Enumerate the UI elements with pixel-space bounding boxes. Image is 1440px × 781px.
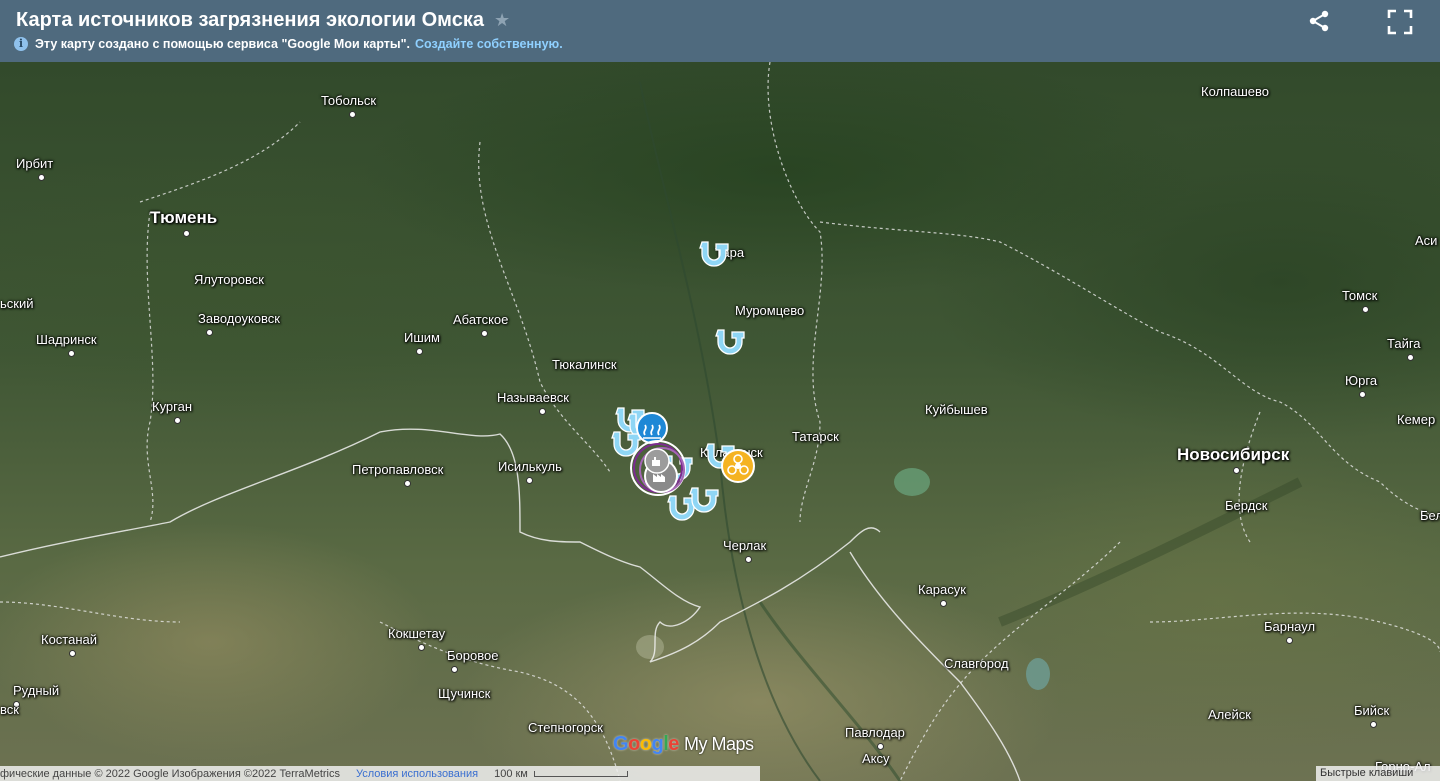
title-row: Карта источников загрязнения экологии Ом… [16, 9, 510, 32]
scale-label: 100 км [494, 767, 528, 780]
map-footer: фические данные © 2022 Google Изображени… [0, 766, 760, 781]
steam-marker[interactable] [636, 412, 668, 444]
scale-bar [533, 770, 628, 777]
mymaps-text: My Maps [683, 734, 754, 754]
keyboard-shortcuts-button[interactable]: Быстрые клавиши [1316, 766, 1440, 781]
share-icon [1309, 10, 1329, 32]
marker-layer [611, 241, 755, 521]
pipe-marker-muromtsevo[interactable] [715, 329, 745, 355]
info-icon: i [14, 37, 28, 51]
pipe-marker-tara[interactable] [699, 241, 729, 267]
scale[interactable]: 100 км [494, 768, 628, 780]
map-header: Карта источников загрязнения экологии Ом… [0, 0, 1440, 62]
create-own-link[interactable]: Создайте собственную. [415, 37, 563, 51]
google-mymaps-logo: Google My Maps [613, 733, 754, 755]
fullscreen-button[interactable] [1386, 8, 1414, 36]
fullscreen-icon [1387, 9, 1413, 35]
map-title: Карта источников загрязнения экологии Ом… [16, 9, 484, 31]
share-button[interactable] [1305, 8, 1333, 36]
biohazard-marker[interactable] [721, 449, 755, 483]
attribution: фические данные © 2022 Google Изображени… [0, 767, 340, 780]
factory-marker-cluster[interactable] [630, 440, 686, 496]
terms-link[interactable]: Условия использования [356, 768, 478, 780]
info-row: i Эту карту создано с помощью сервиса "G… [14, 37, 563, 51]
info-text: Эту карту создано с помощью сервиса "Goo… [35, 37, 410, 51]
star-icon[interactable]: ★ [494, 10, 510, 31]
map-canvas[interactable]: Тобольск Колпашево Ирбит Тюмень Аси Тара… [0, 62, 1440, 781]
